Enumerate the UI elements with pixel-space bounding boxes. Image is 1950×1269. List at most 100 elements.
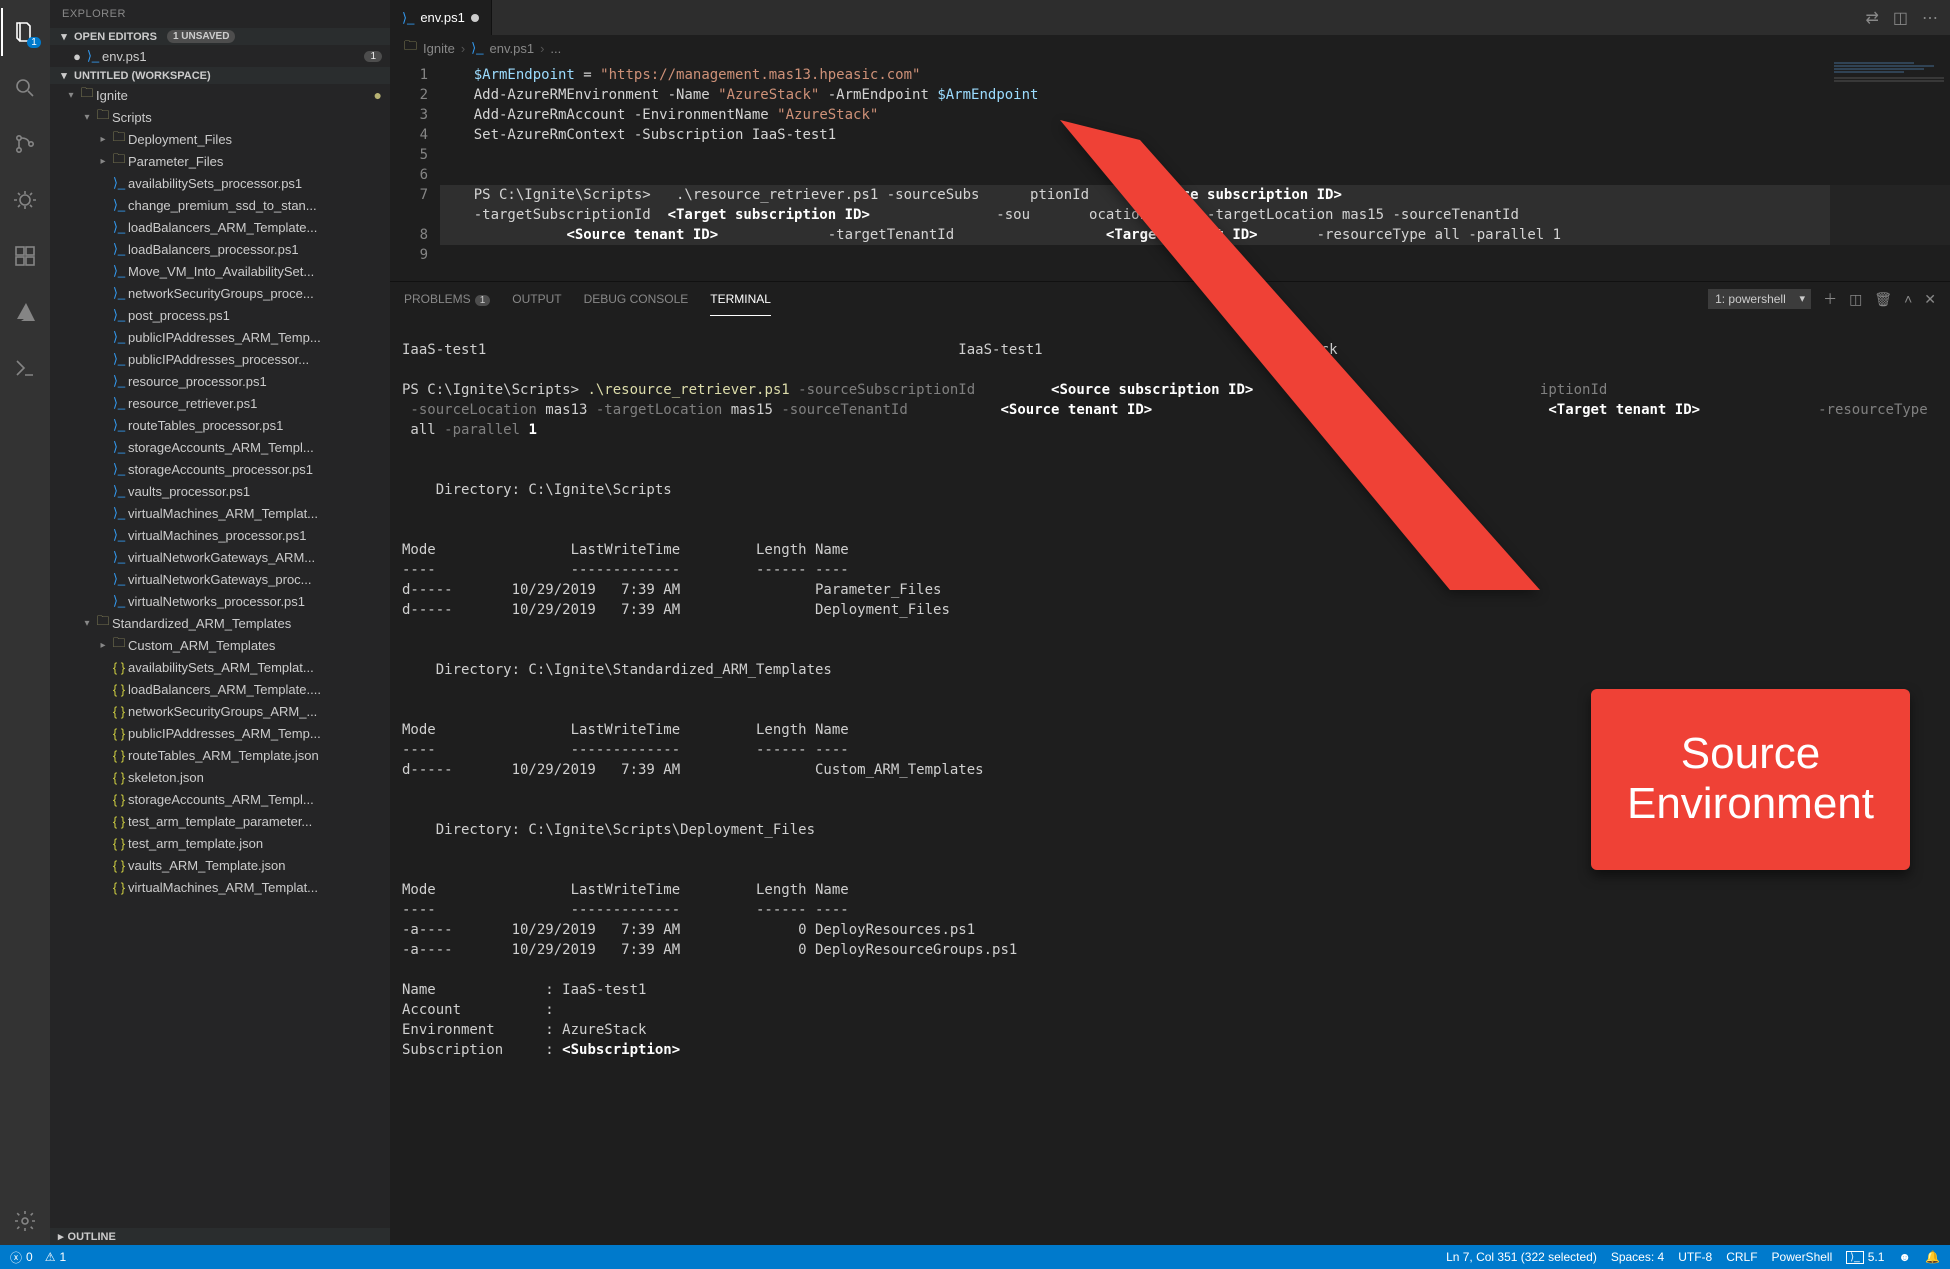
tree-item[interactable]: ⟩_publicIPAddresses_processor... — [50, 348, 390, 370]
tree-item[interactable]: ⟩_loadBalancers_ARM_Template... — [50, 216, 390, 238]
tree-item-label: resource_retriever.ps1 — [128, 396, 257, 411]
kill-terminal-icon[interactable]: 🗑 — [1874, 291, 1892, 308]
open-editor-item[interactable]: ● ⟩_ env.ps1 1 — [50, 45, 390, 67]
status-ps-version[interactable]: ⟩_ 5.1 — [1846, 1250, 1884, 1264]
tree-item[interactable]: ⟩_virtualNetworkGateways_proc... — [50, 568, 390, 590]
tree-item[interactable]: { }routeTables_ARM_Template.json — [50, 744, 390, 766]
compare-icon[interactable]: ⇄ — [1865, 8, 1878, 28]
ps-icon: ⟩_ — [110, 373, 128, 389]
breadcrumbs[interactable]: 🗀 Ignite › ⟩_ env.ps1 › ... — [390, 35, 1950, 61]
activity-bar: 1 — [0, 0, 50, 1245]
tree-item[interactable]: ⟩_change_premium_ssd_to_stan... — [50, 194, 390, 216]
status-encoding[interactable]: UTF-8 — [1678, 1250, 1712, 1264]
tree-item[interactable]: ⟩_post_process.ps1 — [50, 304, 390, 326]
powershell-icon[interactable] — [1, 344, 49, 392]
tree-item[interactable]: ▾🗀Standardized_ARM_Templates — [50, 612, 390, 634]
tree-item-label: publicIPAddresses_ARM_Temp... — [128, 726, 321, 741]
tree-item-label: test_arm_template.json — [128, 836, 263, 851]
tab-env-ps1[interactable]: ⟩_ env.ps1 — [390, 0, 492, 35]
minimap[interactable] — [1830, 61, 1950, 281]
ps-icon: ⟩_ — [110, 549, 128, 565]
folder-icon: 🗀 — [404, 37, 417, 59]
tree-item[interactable]: ⟩_resource_retriever.ps1 — [50, 392, 390, 414]
workspace-header[interactable]: ▾ UNTITLED (WORKSPACE) — [50, 67, 390, 84]
ps-icon: ⟩_ — [110, 439, 128, 455]
split-terminal-icon[interactable]: ◫ — [1849, 291, 1862, 308]
tree-item-label: post_process.ps1 — [128, 308, 230, 323]
ps-icon: ⟩_ — [110, 285, 128, 301]
json-icon: { } — [110, 704, 128, 719]
ps-icon: ⟩_ — [110, 329, 128, 345]
explorer-icon[interactable]: 1 — [1, 8, 49, 56]
tree-item[interactable]: { }test_arm_template.json — [50, 832, 390, 854]
tree-item[interactable]: { }skeleton.json — [50, 766, 390, 788]
tree-item[interactable]: ▸🗀Custom_ARM_Templates — [50, 634, 390, 656]
tree-item[interactable]: ⟩_availabilitySets_processor.ps1 — [50, 172, 390, 194]
close-panel-icon[interactable]: ✕ — [1924, 291, 1936, 308]
tree-item[interactable]: ⟩_virtualMachines_ARM_Templat... — [50, 502, 390, 524]
tree-item-label: virtualMachines_ARM_Templat... — [128, 506, 318, 521]
maximize-panel-icon[interactable]: ˄ — [1904, 291, 1912, 307]
tree-item[interactable]: ⟩_vaults_processor.ps1 — [50, 480, 390, 502]
tree-item[interactable]: { }availabilitySets_ARM_Templat... — [50, 656, 390, 678]
tree-item-label: publicIPAddresses_processor... — [128, 352, 309, 367]
open-editors-header[interactable]: ▾ OPEN EDITORS 1 UNSAVED — [50, 28, 390, 45]
tree-item[interactable]: { }virtualMachines_ARM_Templat... — [50, 876, 390, 898]
search-icon[interactable] — [1, 64, 49, 112]
tab-problems[interactable]: PROBLEMS1 — [404, 288, 490, 310]
terminal-output[interactable]: IaaS-test1 IaaS-test1 Stack PS C:\Ignite… — [390, 316, 1950, 1245]
tree-item[interactable]: ⟩_storageAccounts_ARM_Templ... — [50, 436, 390, 458]
status-feedback-icon[interactable]: ☻ — [1898, 1250, 1911, 1264]
tree-item[interactable]: ▸🗀Deployment_Files — [50, 128, 390, 150]
status-spaces[interactable]: Spaces: 4 — [1611, 1250, 1664, 1264]
split-editor-icon[interactable]: ◫ — [1893, 8, 1908, 28]
chevron-icon: ▾ — [64, 90, 78, 101]
code-editor[interactable]: 123456789 $ArmEndpoint = "https://manage… — [390, 61, 1950, 281]
tree-item[interactable]: { }vaults_ARM_Template.json — [50, 854, 390, 876]
tree-item[interactable]: ⟩_Move_VM_Into_AvailabilitySet... — [50, 260, 390, 282]
tree-item[interactable]: ▸🗀Parameter_Files — [50, 150, 390, 172]
source-control-icon[interactable] — [1, 120, 49, 168]
settings-gear-icon[interactable] — [1, 1197, 49, 1245]
tree-item[interactable]: ⟩_routeTables_processor.ps1 — [50, 414, 390, 436]
tab-output[interactable]: OUTPUT — [512, 288, 561, 310]
extensions-icon[interactable] — [1, 232, 49, 280]
tree-item[interactable]: ▾🗀Scripts — [50, 106, 390, 128]
tab-terminal[interactable]: TERMINAL — [710, 288, 771, 310]
tab-debug-console[interactable]: DEBUG CONSOLE — [584, 288, 689, 310]
tree-item[interactable]: ⟩_networkSecurityGroups_proce... — [50, 282, 390, 304]
terminal-select[interactable]: 1: powershell — [1708, 289, 1811, 309]
modified-dot-icon — [471, 14, 479, 22]
status-eol[interactable]: CRLF — [1726, 1250, 1757, 1264]
tree-item[interactable]: ⟩_virtualMachines_processor.ps1 — [50, 524, 390, 546]
tree-item[interactable]: { }networkSecurityGroups_ARM_... — [50, 700, 390, 722]
status-warnings[interactable]: ⚠ 1 — [45, 1250, 66, 1264]
tree-item[interactable]: ▾🗀Ignite● — [50, 84, 390, 106]
ps-icon: ⟩_ — [110, 241, 128, 257]
tree-item[interactable]: ⟩_virtualNetworkGateways_ARM... — [50, 546, 390, 568]
tree-item[interactable]: { }storageAccounts_ARM_Templ... — [50, 788, 390, 810]
debug-icon[interactable] — [1, 176, 49, 224]
tree-item[interactable]: { }loadBalancers_ARM_Template.... — [50, 678, 390, 700]
tree-item[interactable]: ⟩_resource_processor.ps1 — [50, 370, 390, 392]
tree-item[interactable]: ⟩_loadBalancers_processor.ps1 — [50, 238, 390, 260]
json-icon: { } — [110, 660, 128, 675]
status-bell-icon[interactable]: 🔔 — [1925, 1250, 1940, 1264]
tree-item[interactable]: ⟩_storageAccounts_processor.ps1 — [50, 458, 390, 480]
tree-item[interactable]: ⟩_virtualNetworks_processor.ps1 — [50, 590, 390, 612]
tree-item-label: routeTables_processor.ps1 — [128, 418, 283, 433]
tree-item-label: vaults_ARM_Template.json — [128, 858, 286, 873]
status-language[interactable]: PowerShell — [1772, 1250, 1833, 1264]
azure-icon[interactable] — [1, 288, 49, 336]
sidebar: EXPLORER ▾ OPEN EDITORS 1 UNSAVED ● ⟩_ e… — [50, 0, 390, 1245]
tree-item[interactable]: { }test_arm_template_parameter... — [50, 810, 390, 832]
more-icon[interactable]: ⋯ — [1922, 8, 1938, 28]
status-lncol[interactable]: Ln 7, Col 351 (322 selected) — [1446, 1250, 1597, 1264]
tree-item[interactable]: { }publicIPAddresses_ARM_Temp... — [50, 722, 390, 744]
outline-header[interactable]: ▸ OUTLINE — [50, 1228, 390, 1245]
json-icon: { } — [110, 770, 128, 785]
new-terminal-icon[interactable]: ＋ — [1823, 289, 1837, 309]
status-errors[interactable]: ⓧ 0 — [10, 1249, 33, 1266]
tree-item[interactable]: ⟩_publicIPAddresses_ARM_Temp... — [50, 326, 390, 348]
tree-item-label: vaults_processor.ps1 — [128, 484, 250, 499]
